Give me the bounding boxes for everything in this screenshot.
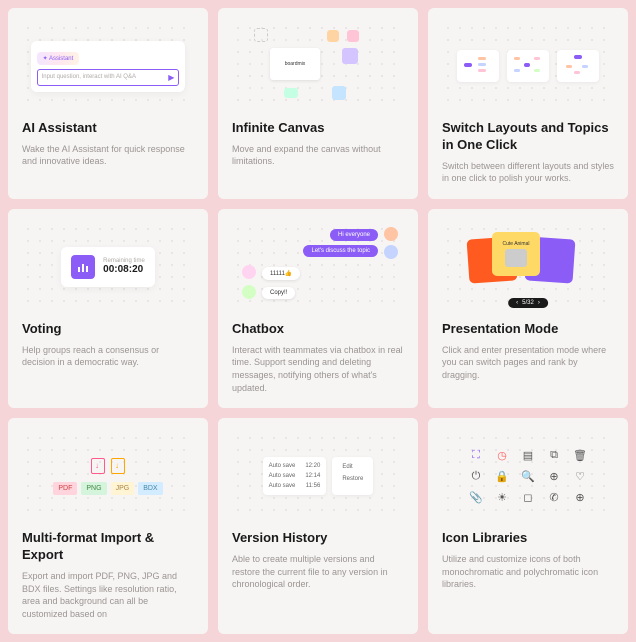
- format-tag: JPG: [111, 482, 135, 495]
- preview-version: Auto save 12:20 Auto save 12:14 Auto save 1…: [232, 432, 404, 520]
- card-version-history[interactable]: Auto save 12:20 Auto save 12:14 Auto save 1…: [218, 418, 418, 634]
- chart-icon: [71, 255, 95, 279]
- lock-icon: 🔒: [493, 470, 511, 483]
- node-center: boardmix: [270, 48, 320, 80]
- version-time: 12:14: [305, 473, 320, 479]
- layout-option-3: [557, 50, 599, 82]
- node-purple: [342, 48, 358, 64]
- format-tag: PNG: [81, 482, 106, 495]
- power-icon: ⏻: [467, 470, 485, 483]
- voting-time: 00:08:20: [103, 264, 145, 275]
- version-time: 11:56: [306, 483, 321, 489]
- format-tag: PDF: [53, 482, 77, 495]
- slide-thumb: [505, 249, 527, 267]
- node-green: [284, 88, 298, 98]
- version-menu: Edit Restore: [332, 457, 373, 495]
- node-dashed: [254, 28, 268, 42]
- preview-chatbox: Hi everyone Let's discuss the topic 1111…: [232, 223, 404, 311]
- phone-icon: ✆: [545, 491, 563, 504]
- card-title: Chatbox: [232, 321, 404, 338]
- preview-canvas: boardmix: [232, 22, 404, 110]
- node-blue: [332, 86, 346, 100]
- ai-input-mock: Input question, interact with AI Q&A ▶: [37, 69, 180, 86]
- chat-message: Let's discuss the topic: [303, 245, 378, 257]
- card-title: Presentation Mode: [442, 321, 614, 338]
- card-title: Voting: [22, 321, 194, 338]
- scan-icon: ⛶: [467, 449, 485, 462]
- version-time: 12:20: [305, 463, 320, 469]
- feature-grid: ✦ Assistant Input question, interact wit…: [8, 8, 628, 634]
- card-infinite-canvas[interactable]: boardmix Infinite Canvas Move and expand…: [218, 8, 418, 199]
- preview-presentation: Cute Animal ‹ 5/32 ›: [442, 223, 614, 311]
- trash-icon: 🗑: [571, 449, 589, 462]
- timer-icon: ◷: [493, 449, 511, 462]
- card-desc: Switch between different layouts and sty…: [442, 160, 614, 185]
- attachment-icon: 📎: [467, 491, 485, 504]
- avatar: [242, 265, 256, 279]
- preview-export: PDF PNG JPG BDX: [22, 432, 194, 520]
- chat-message: Hi everyone: [330, 229, 378, 241]
- card-export[interactable]: PDF PNG JPG BDX Multi-format Import & Ex…: [8, 418, 208, 634]
- card-desc: Wake the AI Assistant for quick response…: [22, 143, 194, 168]
- avatar: [242, 285, 256, 299]
- card-desc: Help groups reach a consensus or decisio…: [22, 344, 194, 369]
- card-desc: Able to create multiple versions and res…: [232, 553, 404, 591]
- preview-voting: Remaining time 00:08:20: [22, 223, 194, 311]
- version-label: Auto save: [269, 463, 296, 469]
- format-tag: BDX: [138, 482, 162, 495]
- slide-label: Cute Animal: [503, 241, 530, 247]
- ai-placeholder: Input question, interact with AI Q&A: [42, 74, 136, 80]
- card-switch-layouts[interactable]: Switch Layouts and Topics in One Click S…: [428, 8, 628, 199]
- version-list: Auto save 12:20 Auto save 12:14 Auto save 1…: [263, 457, 327, 495]
- search-icon: 🔍: [519, 470, 537, 483]
- card-presentation[interactable]: Cute Animal ‹ 5/32 › Presentation Mode C…: [428, 209, 628, 408]
- card-title: Switch Layouts and Topics in One Click: [442, 120, 614, 154]
- node-orange: [327, 30, 339, 42]
- pager: ‹ 5/32 ›: [508, 298, 548, 308]
- layout-option-1: [457, 50, 499, 82]
- card-desc: Click and enter presentation mode where …: [442, 344, 614, 382]
- slide-active: Cute Animal: [492, 232, 540, 276]
- card-title: Infinite Canvas: [232, 120, 404, 137]
- card-title: AI Assistant: [22, 120, 194, 137]
- ai-chip: ✦ Assistant: [37, 52, 80, 65]
- comment-icon: ◻: [519, 491, 537, 504]
- layout-option-2: [507, 50, 549, 82]
- menu-restore: Restore: [338, 473, 367, 485]
- card-title: Version History: [232, 530, 404, 547]
- copy-icon: ⧉: [545, 449, 563, 462]
- pager-count: 5/32: [522, 300, 534, 306]
- preview-layouts: [442, 22, 614, 110]
- menu-edit: Edit: [338, 461, 367, 473]
- preview-icons: ⛶ ◷ ▤ ⧉ 🗑 ⏻ 🔒 🔍 ⊕ ♡ 📎 ☀ ◻ ✆ ⊕: [442, 432, 614, 520]
- card-title: Multi-format Import & Export: [22, 530, 194, 564]
- card-desc: Interact with teammates via chatbox in r…: [232, 344, 404, 394]
- card-chatbox[interactable]: Hi everyone Let's discuss the topic 1111…: [218, 209, 418, 408]
- card-voting[interactable]: Remaining time 00:08:20 Voting Help grou…: [8, 209, 208, 408]
- avatar: [384, 245, 398, 259]
- version-label: Auto save: [269, 483, 296, 489]
- card-ai-assistant[interactable]: ✦ Assistant Input question, interact wit…: [8, 8, 208, 199]
- chat-message: 11111👍: [262, 267, 300, 280]
- message-icon: ▤: [519, 449, 537, 462]
- send-icon: ▶: [168, 73, 174, 82]
- card-icon-libraries[interactable]: ⛶ ◷ ▤ ⧉ 🗑 ⏻ 🔒 🔍 ⊕ ♡ 📎 ☀ ◻ ✆ ⊕ Icon Libra…: [428, 418, 628, 634]
- zoom-icon: ⊕: [545, 470, 563, 483]
- heart-icon: ♡: [571, 470, 589, 483]
- node-pink: [347, 30, 359, 42]
- card-desc: Utilize and customize icons of both mono…: [442, 553, 614, 591]
- import-file-icon: [91, 458, 105, 474]
- chevron-right-icon: ›: [538, 300, 540, 306]
- card-title: Icon Libraries: [442, 530, 614, 547]
- brightness-icon: ☀: [493, 491, 511, 504]
- chevron-left-icon: ‹: [516, 300, 518, 306]
- avatar: [384, 227, 398, 241]
- preview-ai: ✦ Assistant Input question, interact wit…: [22, 22, 194, 110]
- version-label: Auto save: [269, 473, 296, 479]
- card-desc: Move and expand the canvas without limit…: [232, 143, 404, 168]
- export-file-icon: [111, 458, 125, 474]
- globe-icon: ⊕: [571, 491, 589, 504]
- chat-message: Copy!!: [262, 287, 295, 299]
